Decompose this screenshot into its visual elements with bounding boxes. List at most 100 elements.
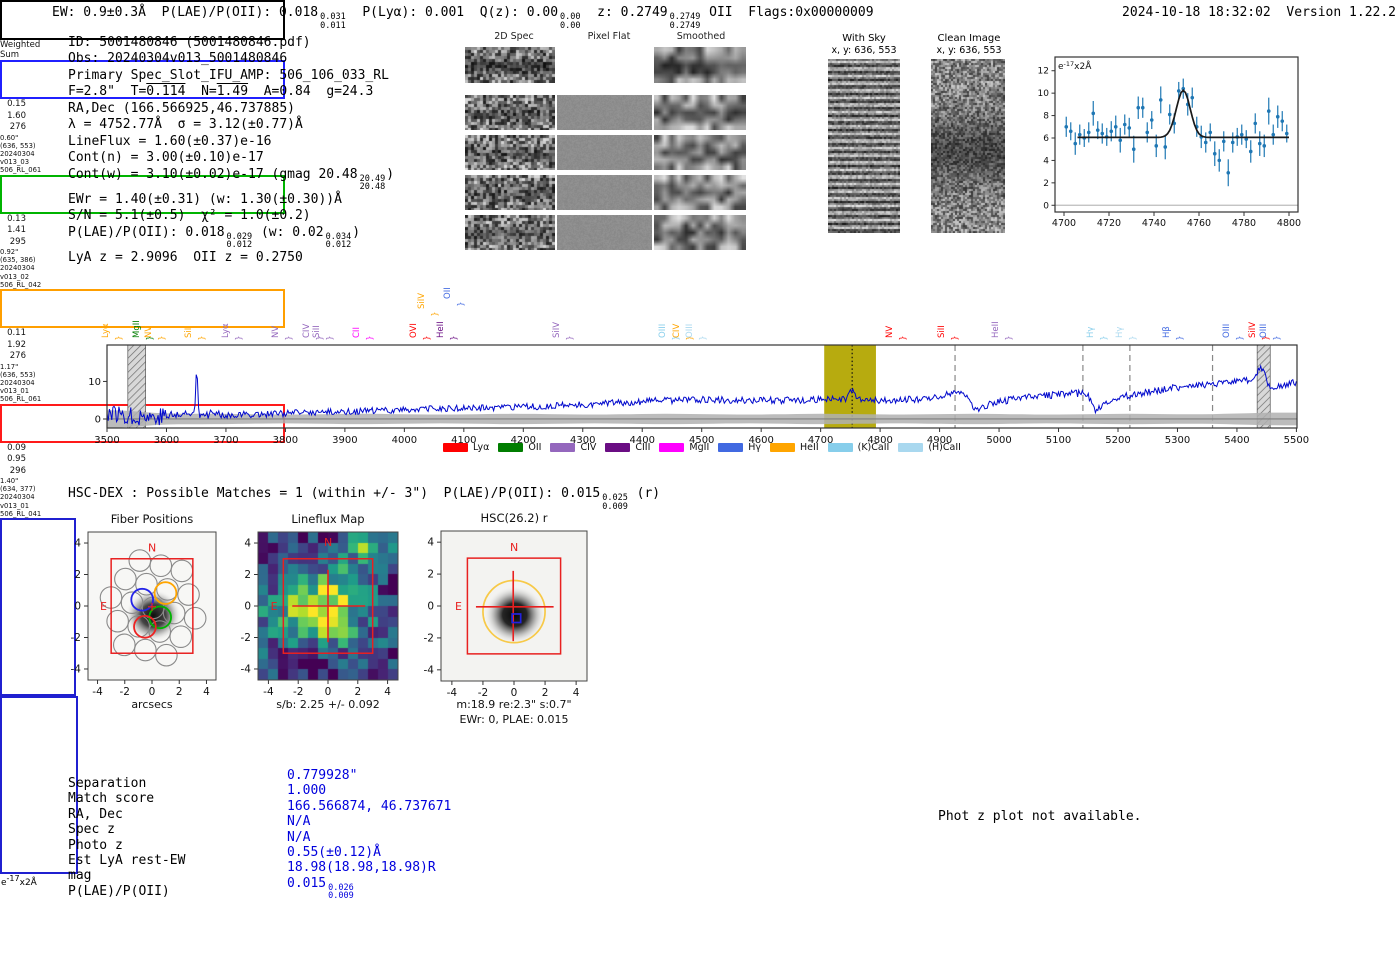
line-fit-zoom-plot: 0 2 4 6 8 10 12 4700 4720 4740 4760 4780 4800 e-17x2Å — [1038, 56, 1301, 228]
hsc-panel-title: HSC(26.2) r — [480, 511, 548, 525]
east-label: E — [455, 600, 462, 613]
row-meta-line: 506_RL_061 — [0, 166, 42, 175]
row-smoothed-image — [654, 215, 746, 250]
svg-text:2: 2 — [74, 569, 81, 581]
col-title-smoothed: Smoothed — [676, 31, 726, 42]
svg-text:6: 6 — [1043, 134, 1049, 144]
text-run: A=0.84 g=24.3 — [248, 84, 374, 100]
text-run: RA,Dec (166.566925,46.737885) — [68, 100, 295, 116]
legend-item: (K)CaII — [827, 442, 889, 453]
legend-label: (H)CaII — [928, 442, 961, 453]
svg-text:4700: 4700 — [1052, 218, 1076, 228]
match-row-value: N/A — [287, 814, 311, 830]
line-id-bracket: { — [430, 311, 440, 317]
legend-swatch — [550, 443, 576, 452]
svg-text:-4: -4 — [92, 686, 103, 698]
match-row-label: Spec z — [68, 822, 115, 838]
row-weight-labels: 0.15 1.60 276 — [0, 99, 26, 134]
weighted-sum-label-line: Sum — [0, 50, 20, 60]
svg-text:4760: 4760 — [1187, 218, 1211, 228]
stack-sub: 0.009 — [328, 891, 354, 902]
text-run: Cont(n) = 3.00(±0.10)e-17 — [68, 150, 264, 166]
text-run: P(Lyα): 0.001 Q(z): 0.00 — [346, 5, 559, 20]
line-id-label: SiII — [184, 325, 194, 338]
stack-sub: 0.012 — [325, 240, 352, 251]
svg-text:0: 0 — [74, 601, 81, 613]
line-id-label: CIV — [672, 323, 682, 338]
text-run: (w: 0.02 — [253, 224, 324, 240]
row-weight-value: 0.13 — [7, 213, 26, 224]
withsky-title: With Sky — [842, 33, 886, 44]
stacked-value: 0.2749 0.2749 — [670, 13, 701, 30]
legend-item: CIV — [550, 442, 596, 453]
svg-text:-2: -2 — [293, 686, 303, 698]
row-weight-value: 295 — [9, 236, 26, 247]
line-id-label: CII — [352, 327, 362, 338]
svg-text:-2: -2 — [241, 632, 251, 644]
row-meta-line: 20240304 — [0, 149, 35, 158]
line-id-label: OIII — [685, 323, 695, 338]
legend-swatch — [898, 443, 924, 452]
line-id-label: NV — [144, 325, 154, 338]
line-id-label: OIII — [1259, 323, 1269, 338]
svg-text:2: 2 — [1043, 179, 1049, 189]
weighted-sum-label-line: Weighted — [0, 40, 41, 50]
row-pixelflat-image — [557, 175, 652, 210]
photz-note: Phot z plot not available. — [938, 809, 1142, 824]
line-id-label: NV — [885, 325, 895, 338]
legend-item: (H)CaII — [898, 442, 961, 453]
clean-coords: x, y: 636, 553 — [936, 45, 1002, 56]
summary-header: EW: 0.9±0.3Å P(LAE)/P(OII): 0.018 0.031 0.… — [52, 5, 874, 30]
svg-text:2: 2 — [542, 687, 549, 699]
svg-text:0: 0 — [511, 687, 518, 699]
line-id-bracket: { — [1272, 335, 1282, 341]
row-meta-line: 20240304 — [0, 493, 35, 502]
svg-text:4: 4 — [74, 538, 81, 550]
svg-text:0: 0 — [95, 414, 101, 425]
row-weight-value: 296 — [9, 465, 26, 476]
line-id-label: SiIV — [552, 321, 562, 338]
east-label: E — [100, 600, 107, 613]
text-run: EW: 0.9±0.3Å P(LAE)/P(OII): 0.018 — [52, 5, 319, 20]
stack-sub: 0.2749 — [669, 20, 701, 31]
info-line: LineFlux = 1.60(±0.37)e-16 — [68, 134, 394, 150]
svg-text:-4: -4 — [241, 663, 252, 675]
line-id-label: SiII — [312, 325, 322, 338]
text-run: EWr = 1.40(±0.31) (w: 1.30(±0.30))Å — [68, 191, 342, 207]
north-label: N — [510, 541, 518, 554]
match-row-label: Est LyA rest-EW — [68, 853, 186, 868]
svg-text:0: 0 — [1043, 201, 1049, 211]
svg-text:4: 4 — [427, 537, 434, 549]
svg-text:4800: 4800 — [1277, 218, 1301, 228]
line-id-bracket: { — [114, 335, 124, 341]
row-meta-line: 0.60" — [0, 133, 19, 142]
stacked-value: 20.49 20.48 — [360, 175, 386, 192]
line-id-bracket: { — [698, 335, 708, 341]
row-meta-line: (636, 553) — [0, 141, 36, 150]
row-meta-line: 506_RL_041 — [0, 509, 42, 518]
legend-item: Hγ — [718, 442, 761, 453]
row-meta-line: (634, 377) — [0, 485, 36, 494]
info-line: P(LAE)/P(OII): 0.018 0.029 0.012 (w: 0.02 0… — [68, 225, 394, 250]
row-meta-line: 0.92" — [0, 248, 19, 257]
row-weight-labels: 0.13 1.41 295 — [0, 214, 26, 249]
row-meta-line: 20240304 — [0, 264, 35, 273]
legend-label: CIII — [635, 442, 651, 453]
legend-label: HeII — [800, 442, 819, 453]
match-row-value: N/A — [287, 829, 311, 845]
text-run: x2Å — [19, 878, 37, 889]
legend-label: Hγ — [748, 442, 762, 453]
stack-sub: 0.011 — [320, 20, 346, 31]
hsc-match-header: HSC-DEX : Possible Matches = 1 (within +… — [68, 486, 660, 511]
svg-text:-4: -4 — [71, 663, 82, 675]
text-run: Primary Spec_Slot_IFU_AMP: 506_106_033_R… — [68, 67, 389, 83]
line-id-bracket: { — [1099, 335, 1109, 341]
svg-text:4: 4 — [244, 538, 251, 550]
east-label: E — [271, 600, 278, 613]
spectrum-legend: Lyα OII CIV CIII MgII Hγ HeII (K)CaII (H)CaII — [107, 442, 1297, 453]
legend-item: CIII — [605, 442, 650, 453]
line-id-bracket: { — [898, 335, 908, 341]
legend-item: HeII — [770, 442, 819, 453]
line-id-label: MgII — [132, 320, 142, 338]
text-run: OII Flags:0x00000009 — [701, 5, 874, 20]
